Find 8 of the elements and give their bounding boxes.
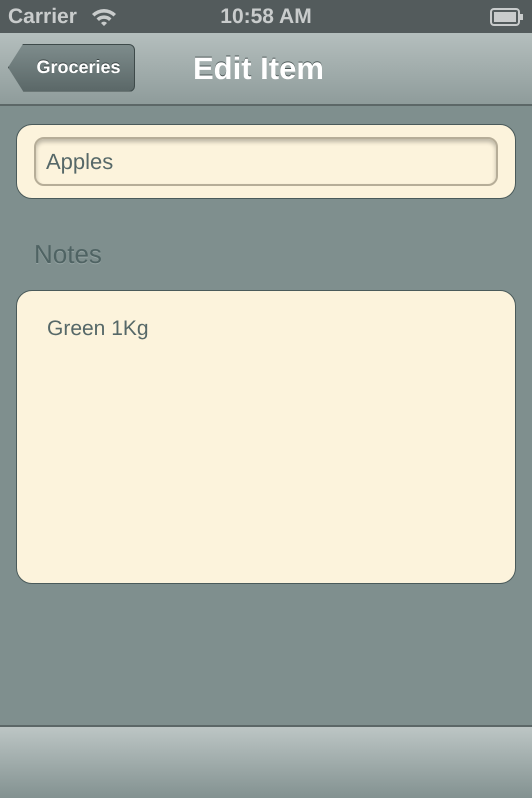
- wifi-icon: [90, 6, 117, 26]
- carrier-name: Carrier: [8, 4, 77, 28]
- screen-title: Edit Item: [193, 50, 324, 86]
- battery-icon: [490, 8, 524, 26]
- status-time: 10:58 AM: [220, 4, 312, 28]
- back-button[interactable]: Groceries: [8, 44, 135, 92]
- notes-field[interactable]: Green 1Kg: [16, 290, 516, 584]
- name-field[interactable]: Apples: [34, 137, 498, 186]
